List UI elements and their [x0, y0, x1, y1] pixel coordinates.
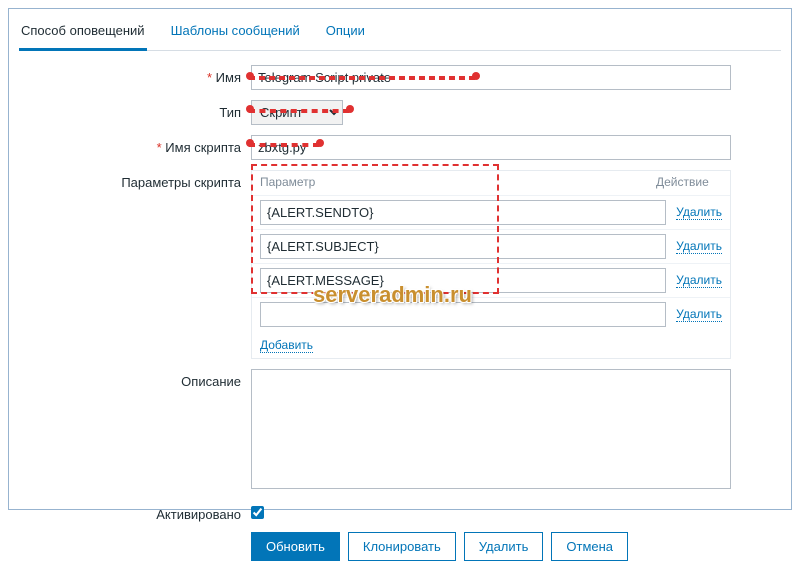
label-script-params: Параметры скрипта [19, 170, 251, 190]
type-select[interactable]: Скрипт [251, 100, 343, 125]
param-delete-link[interactable]: Удалить [676, 239, 722, 254]
script-name-input[interactable] [251, 135, 731, 160]
clone-button[interactable]: Клонировать [348, 532, 456, 561]
enabled-checkbox[interactable] [251, 506, 264, 519]
param-delete-link[interactable]: Удалить [676, 307, 722, 322]
param-add-link[interactable]: Добавить [260, 338, 313, 353]
cancel-button[interactable]: Отмена [551, 532, 628, 561]
param-input[interactable] [260, 302, 666, 327]
params-header-action: Действие [656, 175, 722, 189]
param-row: Удалить [252, 297, 730, 331]
param-row: Удалить [252, 229, 730, 263]
button-bar: Обновить Клонировать Удалить Отмена [251, 532, 781, 561]
param-row: Удалить [252, 195, 730, 229]
update-button[interactable]: Обновить [251, 532, 340, 561]
label-name: Имя [19, 65, 251, 85]
tab-options[interactable]: Опции [324, 17, 367, 50]
param-delete-link[interactable]: Удалить [676, 273, 722, 288]
tab-message-templates[interactable]: Шаблоны сообщений [169, 17, 302, 50]
label-enabled: Активировано [19, 502, 251, 522]
label-script-name: Имя скрипта [19, 135, 251, 155]
label-type: Тип [19, 100, 251, 120]
delete-button[interactable]: Удалить [464, 532, 544, 561]
name-input[interactable] [251, 65, 731, 90]
tabs: Способ оповещений Шаблоны сообщений Опци… [19, 17, 781, 51]
param-input[interactable] [260, 200, 666, 225]
param-input[interactable] [260, 268, 666, 293]
script-params-table: Параметр Действие Удалить Удалить [251, 170, 731, 359]
label-description: Описание [19, 369, 251, 389]
param-row: Удалить [252, 263, 730, 297]
tab-notify-method[interactable]: Способ оповещений [19, 17, 147, 51]
param-delete-link[interactable]: Удалить [676, 205, 722, 220]
description-textarea[interactable] [251, 369, 731, 489]
params-header-param: Параметр [260, 175, 656, 189]
media-type-panel: Способ оповещений Шаблоны сообщений Опци… [8, 8, 792, 510]
media-type-form: Имя Тип Скрипт Имя скрипта Параметры скр… [19, 65, 781, 561]
param-input[interactable] [260, 234, 666, 259]
